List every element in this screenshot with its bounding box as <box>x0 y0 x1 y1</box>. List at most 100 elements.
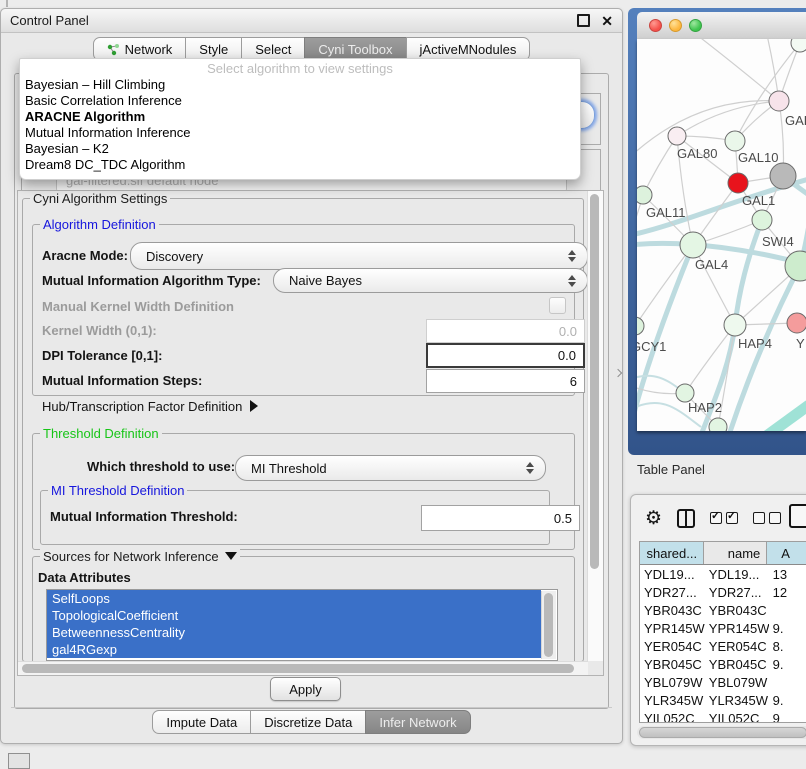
network-window-titlebar[interactable] <box>637 12 806 40</box>
node-label: GAL4 <box>695 257 728 272</box>
data-attributes-label: Data Attributes <box>38 570 131 585</box>
cell: YER054C <box>705 639 769 654</box>
attribute-item[interactable]: SelfLoops <box>47 590 541 607</box>
popup-item[interactable]: Bayesian – K2 <box>20 141 580 157</box>
table-row[interactable]: YBR045CYBR045C9. <box>640 655 806 673</box>
table-row[interactable]: YIL052CYIL052C9 <box>640 709 806 723</box>
network-node[interactable] <box>724 314 746 336</box>
column-header-shared-name[interactable]: shared... <box>640 542 704 564</box>
scrollbar-thumb[interactable] <box>639 727 806 738</box>
screen-edge-notch <box>6 0 8 7</box>
popup-item[interactable]: Bayesian – Hill Climbing <box>20 77 580 93</box>
column-header-name[interactable]: name <box>704 542 767 564</box>
cell: YPR145W <box>705 621 769 636</box>
tab-label: Impute Data <box>166 715 237 730</box>
popup-item[interactable]: Basic Correlation Inference <box>20 93 580 109</box>
mi-threshold-field[interactable]: 0.5 <box>421 505 580 531</box>
control-panel-titlebar: Control Panel ✕ <box>1 9 622 33</box>
cell: YBL079W <box>640 675 705 690</box>
algorithm-definition-title: Algorithm Definition <box>40 217 159 232</box>
scrollbar-thumb[interactable] <box>22 664 574 673</box>
network-node[interactable] <box>791 39 806 52</box>
unchecked-box-icon <box>753 512 765 524</box>
apply-button[interactable]: Apply <box>270 677 341 701</box>
manual-kernel-checkbox[interactable] <box>549 297 566 314</box>
dpi-tolerance-field[interactable]: 0.0 <box>426 343 585 368</box>
table-row[interactable]: YDR27...YDR27...12 <box>640 583 806 601</box>
tab-impute-data[interactable]: Impute Data <box>152 710 251 734</box>
table-row[interactable]: YLR345WYLR345W9. <box>640 691 806 709</box>
column-header-partial[interactable]: A <box>767 542 806 564</box>
aracne-mode-select[interactable]: Discovery <box>130 242 588 270</box>
cell: 8. <box>769 639 806 654</box>
which-threshold-select[interactable]: MI Threshold <box>235 455 546 481</box>
network-node[interactable] <box>637 317 644 335</box>
combo-arrows-icon <box>526 462 534 474</box>
cell: 9. <box>769 621 806 636</box>
attribute-item[interactable]: BetweennessCentrality <box>47 624 541 641</box>
network-node[interactable] <box>725 131 745 151</box>
cyni-settings-group-title: Cyni Algorithm Settings <box>30 191 170 206</box>
attribute-item[interactable]: gal4RGexp <box>47 641 541 658</box>
dpi-tolerance-value: 0.0 <box>558 348 576 363</box>
node-label: GAL1 <box>742 193 775 208</box>
table-panel-window: ⚙ shared... name A YDL19...YDL19...13 YD… <box>630 494 806 746</box>
table-row[interactable]: YBR043CYBR043C <box>640 601 806 619</box>
table-row[interactable]: YER054CYER054C8. <box>640 637 806 655</box>
float-window-icon[interactable] <box>577 14 590 27</box>
hub-definition-label: Hub/Transcription Factor Definition <box>42 399 242 414</box>
cell: YBR045C <box>640 657 705 672</box>
tab-label: Cyni Toolbox <box>318 42 392 57</box>
cell: YIL052C <box>705 711 769 724</box>
settings-vertical-scrollbar[interactable] <box>587 191 603 661</box>
network-node[interactable] <box>680 232 706 258</box>
tab-discretize-data[interactable]: Discretize Data <box>250 710 366 734</box>
table-header-row: shared... name A <box>640 542 806 565</box>
hub-definition-toggle[interactable]: Hub/Transcription Factor Definition <box>42 399 258 414</box>
table-horizontal-scrollbar[interactable] <box>637 726 806 739</box>
select-all-checkboxes-icon[interactable] <box>710 512 738 524</box>
close-traffic-light-icon[interactable] <box>649 19 662 32</box>
node-label: GAL80 <box>677 146 717 161</box>
network-node[interactable] <box>770 163 796 189</box>
popup-item-selected[interactable]: ARACNE Algorithm <box>20 109 580 125</box>
network-node[interactable] <box>728 173 748 193</box>
mi-type-value: Naive Bayes <box>289 273 362 288</box>
table-toolbar: ⚙ <box>631 495 806 541</box>
network-canvas[interactable]: GAL GAL80 GAL10 GAL1 GAL11 SWI4 GAL4 GCY… <box>637 39 806 431</box>
table-row[interactable]: YDL19...YDL19...13 <box>640 565 806 583</box>
list-vertical-scrollbar[interactable] <box>541 591 556 659</box>
network-node[interactable] <box>752 210 772 230</box>
attribute-item[interactable]: TopologicalCoefficient <box>47 607 541 624</box>
mi-steps-field[interactable]: 6 <box>426 369 585 393</box>
scrollbar-thumb[interactable] <box>590 194 599 569</box>
cell: YBL079W <box>705 675 769 690</box>
node-label: GAL11 <box>646 205 686 220</box>
gear-icon[interactable]: ⚙ <box>645 509 662 528</box>
settings-horizontal-scrollbar[interactable] <box>18 661 588 676</box>
zoom-traffic-light-icon[interactable] <box>689 19 702 32</box>
document-icon[interactable] <box>789 504 806 528</box>
data-attributes-list[interactable]: SelfLoops TopologicalCoefficient Between… <box>46 589 558 661</box>
mi-type-select[interactable]: Naive Bayes <box>273 268 588 293</box>
popup-item[interactable]: Dream8 DC_TDC Algorithm <box>20 157 580 173</box>
network-node[interactable] <box>709 418 727 431</box>
bottom-tabstrip: Impute Data Discretize Data Infer Networ… <box>1 710 622 734</box>
close-icon[interactable]: ✕ <box>601 14 613 28</box>
tab-infer-network[interactable]: Infer Network <box>365 710 470 734</box>
network-node[interactable] <box>668 127 686 145</box>
deselect-all-checkboxes-icon[interactable] <box>753 512 781 524</box>
network-node[interactable] <box>769 91 789 111</box>
unchecked-box-icon <box>769 512 781 524</box>
scrollbar-thumb[interactable] <box>544 593 553 657</box>
kernel-width-value: 0.0 <box>559 324 577 339</box>
table-row[interactable]: YPR145WYPR145W9. <box>640 619 806 637</box>
columns-icon[interactable] <box>677 509 695 528</box>
network-node[interactable] <box>637 186 652 204</box>
minimize-traffic-light-icon[interactable] <box>669 19 682 32</box>
network-node[interactable] <box>787 313 806 333</box>
table-row[interactable]: YBL079WYBL079W <box>640 673 806 691</box>
popup-item[interactable]: Mutual Information Inference <box>20 125 580 141</box>
sources-group-title[interactable]: Sources for Network Inference <box>40 549 240 564</box>
cell: YDR27... <box>705 585 769 600</box>
